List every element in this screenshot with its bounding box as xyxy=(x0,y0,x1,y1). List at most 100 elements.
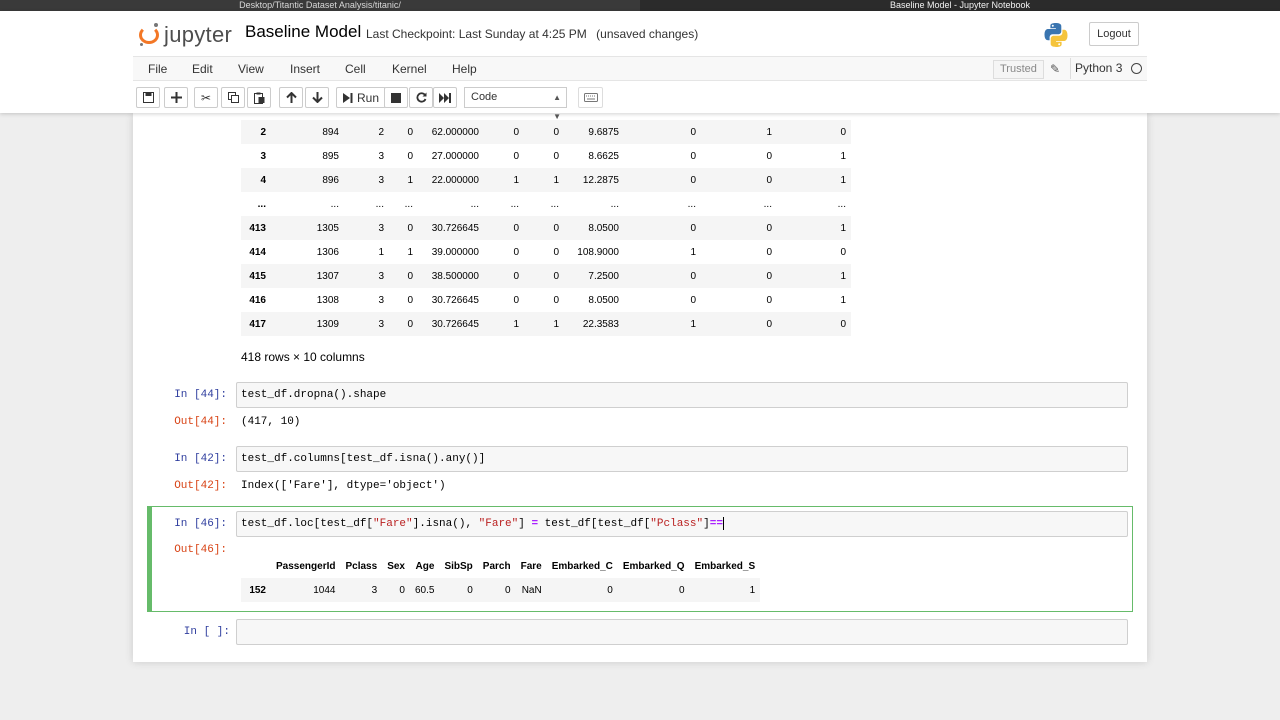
row-index: 414 xyxy=(249,246,266,258)
table-cell: 8.6625 xyxy=(588,150,619,162)
copy-button[interactable] xyxy=(221,87,245,108)
row-index: 152 xyxy=(249,584,266,596)
notebook-header: jupyter Baseline Model Last Checkpoint: … xyxy=(0,11,1280,121)
table-cell: 1 xyxy=(840,174,846,186)
column-header: Age xyxy=(409,554,440,578)
code-input[interactable]: test_df.dropna().shape xyxy=(236,382,1128,408)
restart-run-all-button[interactable] xyxy=(433,87,457,108)
table-cell: 0 xyxy=(766,270,772,282)
menu-file[interactable]: File xyxy=(148,62,167,76)
menu-edit[interactable]: Edit xyxy=(192,62,213,76)
table-cell: 27.000000 xyxy=(431,150,479,162)
paste-button[interactable] xyxy=(247,87,271,108)
code-cell-empty[interactable]: In [ ]: xyxy=(147,618,1133,648)
table-row: 414 1306 1 1 39.000000 0 0 108.9000 1 0 0 xyxy=(241,240,851,264)
code-input[interactable]: test_df.columns[test_df.isna().any()] xyxy=(236,446,1128,472)
run-button[interactable]: Run xyxy=(336,87,386,108)
table-cell: 0 xyxy=(407,318,413,330)
code-cell-44[interactable]: In [44]: test_df.dropna().shape Out[44]:… xyxy=(147,381,1133,441)
table-cell: 0 xyxy=(766,174,772,186)
output-prompt: Out[46]: xyxy=(174,544,227,556)
table-cell: 8.0500 xyxy=(588,222,619,234)
menu-kernel[interactable]: Kernel xyxy=(392,62,427,76)
save-button[interactable] xyxy=(136,87,160,108)
os-title-bar: Desktop/Titantic Dataset Analysis/titani… xyxy=(0,0,1280,11)
table-cell: 0 xyxy=(690,294,696,306)
step-forward-icon xyxy=(342,92,353,103)
plus-icon xyxy=(170,92,182,103)
table-cell: 1 xyxy=(840,270,846,282)
row-index: 4 xyxy=(260,174,266,186)
code-input[interactable]: test_df.loc[test_df["Fare"].isna(), "Far… xyxy=(236,511,1128,537)
menu-cell[interactable]: Cell xyxy=(345,62,366,76)
table-cell: 0 xyxy=(553,294,559,306)
table-cell: 1 xyxy=(513,174,519,186)
menu-help[interactable]: Help xyxy=(452,62,477,76)
table-cell: 1309 xyxy=(316,318,339,330)
table-cell: 0 xyxy=(513,294,519,306)
pencil-icon[interactable]: ✎ xyxy=(1050,62,1060,76)
table-cell: 0 xyxy=(690,150,696,162)
trusted-badge[interactable]: Trusted xyxy=(993,60,1044,79)
table-row: 413 1305 3 0 30.726645 0 0 8.0500 0 0 1 xyxy=(241,216,851,240)
table-cell: ... xyxy=(550,198,559,210)
arrow-up-icon xyxy=(285,92,297,103)
command-palette-button[interactable] xyxy=(578,87,603,108)
table-cell: 894 xyxy=(322,126,339,138)
table-row: 3 895 3 0 27.000000 0 0 8.6625 0 0 1 xyxy=(241,144,851,168)
cell-type-select[interactable]: Code ▲ ▼ xyxy=(464,87,567,121)
keyboard-icon xyxy=(583,93,598,102)
table-cell: 0 xyxy=(407,270,413,282)
table-cell: 895 xyxy=(322,150,339,162)
table-cell: 3 xyxy=(378,294,384,306)
unsaved-changes: (unsaved changes) xyxy=(596,27,699,41)
table-cell: 0 xyxy=(766,150,772,162)
table-cell: 1305 xyxy=(316,222,339,234)
table-cell: 1 xyxy=(840,222,846,234)
table-cell: 0 xyxy=(840,126,846,138)
column-header: Parch xyxy=(477,554,516,578)
column-header: PassengerId xyxy=(271,554,341,578)
interrupt-button[interactable] xyxy=(384,87,408,108)
table-cell: 0 xyxy=(607,584,613,596)
input-prompt: In [44]: xyxy=(174,389,227,401)
menu-insert[interactable]: Insert xyxy=(290,62,320,76)
table-cell: 1 xyxy=(690,318,696,330)
table-cell: 3 xyxy=(378,222,384,234)
notebook-title[interactable]: Baseline Model xyxy=(245,22,361,42)
table-cell: 0 xyxy=(553,270,559,282)
restart-button[interactable] xyxy=(409,87,433,108)
menu-bar: File Edit View Insert Cell Kernel Help T… xyxy=(133,56,1147,81)
code-cell-42[interactable]: In [42]: test_df.columns[test_df.isna().… xyxy=(147,445,1133,505)
table-cell: 0 xyxy=(407,294,413,306)
jupyter-logo[interactable]: jupyter xyxy=(138,21,232,49)
row-index: 417 xyxy=(249,318,266,330)
table-cell: 39.000000 xyxy=(431,246,479,258)
table-cell: 62.000000 xyxy=(431,126,479,138)
table-cell: 7.2500 xyxy=(588,270,619,282)
table-cell: 0 xyxy=(553,150,559,162)
table-cell: ... xyxy=(375,198,384,210)
table-cell: 0 xyxy=(766,246,772,258)
table-cell: 0 xyxy=(679,584,685,596)
table-row: 4 896 3 1 22.000000 1 1 12.2875 0 0 1 xyxy=(241,168,851,192)
table-cell: 0 xyxy=(690,126,696,138)
move-up-button[interactable] xyxy=(279,87,303,108)
table-cell: 22.000000 xyxy=(431,174,479,186)
cut-button[interactable]: ✂ xyxy=(194,87,218,108)
table-cell: 0 xyxy=(766,294,772,306)
insert-cell-button[interactable] xyxy=(164,87,188,108)
code-input[interactable] xyxy=(236,619,1128,645)
table-cell: 3 xyxy=(378,174,384,186)
checkpoint-status: Last Checkpoint: Last Sunday at 4:25 PM … xyxy=(366,27,698,41)
logout-button[interactable]: Logout xyxy=(1089,22,1139,46)
cell-type-value: Code xyxy=(471,91,498,103)
menu-view[interactable]: View xyxy=(238,62,264,76)
move-down-button[interactable] xyxy=(305,87,329,108)
table-cell: 108.9000 xyxy=(577,246,619,258)
table-cell: 0 xyxy=(407,222,413,234)
table-cell: 30.726645 xyxy=(431,294,479,306)
column-header: SibSp xyxy=(439,554,478,578)
output-prompt: Out[44]: xyxy=(174,416,227,428)
table-cell: ... xyxy=(510,198,519,210)
